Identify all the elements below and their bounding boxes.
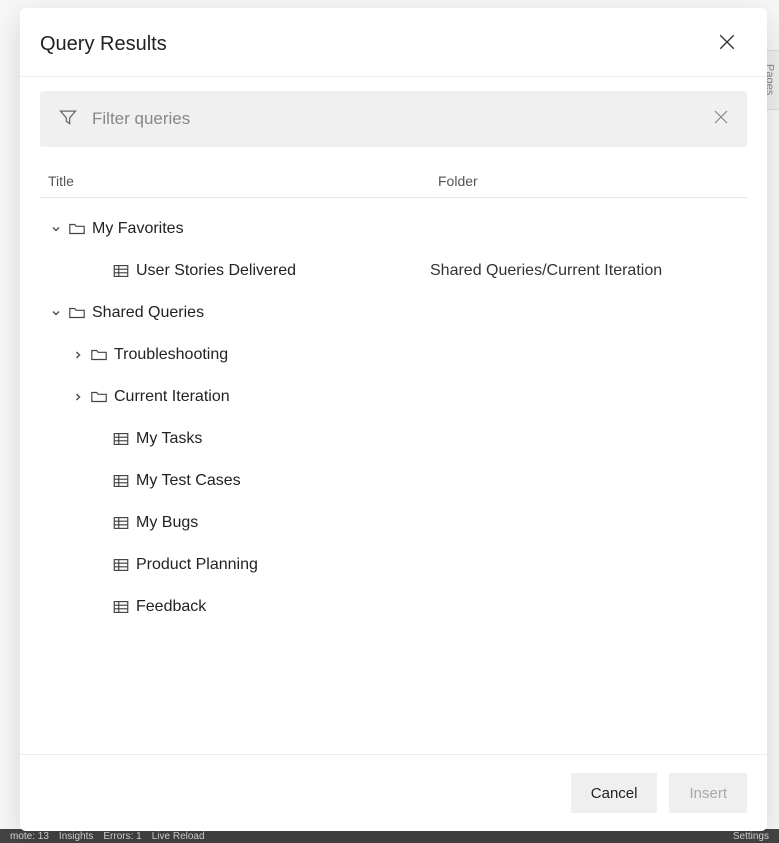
close-icon — [718, 33, 736, 56]
insert-button[interactable]: Insert — [669, 773, 747, 813]
tree-query-row[interactable]: Product Planning — [40, 544, 747, 586]
tree-query-row[interactable]: My Test Cases — [40, 460, 747, 502]
tree-cell-title: My Test Cases — [40, 472, 430, 490]
query-icon — [112, 556, 130, 574]
status-settings[interactable]: Settings — [733, 831, 769, 842]
tree-node-label: My Favorites — [92, 220, 184, 238]
close-icon — [713, 109, 729, 130]
tree-node-label: Product Planning — [136, 556, 258, 574]
status-item: mote: 13 — [10, 831, 49, 842]
filter-input[interactable] — [92, 109, 699, 129]
tree-node-label: My Bugs — [136, 514, 198, 532]
query-results-dialog: Query Results Title Folder My Favorites U… — [20, 8, 767, 831]
query-icon — [112, 514, 130, 532]
folder-icon — [90, 346, 108, 364]
status-item: Insights — [59, 831, 93, 842]
tree-cell-title: Troubleshooting — [40, 346, 430, 364]
tree-query-row[interactable]: Feedback — [40, 586, 747, 628]
tree-folder-row[interactable]: My Favorites — [40, 208, 747, 250]
tree-query-row[interactable]: My Bugs — [40, 502, 747, 544]
tree-folder-row[interactable]: Troubleshooting — [40, 334, 747, 376]
status-item: Live Reload — [152, 831, 205, 842]
query-icon — [112, 262, 130, 280]
status-item: Errors: 1 — [103, 831, 141, 842]
tree-folder-row[interactable]: Shared Queries — [40, 292, 747, 334]
tree-cell-title: Current Iteration — [40, 388, 430, 406]
dialog-title: Query Results — [40, 33, 167, 56]
search-box[interactable] — [40, 91, 747, 147]
tree-cell-folder: Shared Queries/Current Iteration — [430, 262, 747, 280]
chevron-down-icon[interactable] — [48, 224, 64, 234]
chevron-right-icon[interactable] — [70, 392, 86, 402]
dialog-header: Query Results — [20, 8, 767, 76]
tree-node-label: Current Iteration — [114, 388, 230, 406]
tree-node-label: My Test Cases — [136, 472, 241, 490]
dialog-footer: Cancel Insert — [20, 754, 767, 831]
tree-cell-title: My Bugs — [40, 514, 430, 532]
tree-node-label: Feedback — [136, 598, 206, 616]
tree-cell-title: Shared Queries — [40, 304, 430, 322]
tree-node-label: User Stories Delivered — [136, 262, 296, 280]
cancel-button[interactable]: Cancel — [571, 773, 658, 813]
column-header-title[interactable]: Title — [48, 173, 438, 189]
tree-node-label: My Tasks — [136, 430, 202, 448]
clear-search-button[interactable] — [713, 109, 729, 130]
query-tree: My Favorites User Stories Delivered Shared… — [40, 208, 747, 628]
close-button[interactable] — [715, 32, 739, 56]
column-header-folder[interactable]: Folder — [438, 173, 739, 189]
folder-icon — [68, 304, 86, 322]
query-icon — [112, 430, 130, 448]
table-header: Title Folder — [40, 165, 747, 198]
tree-cell-title: My Favorites — [40, 220, 430, 238]
status-bar: mote: 13 Insights Errors: 1 Live Reload … — [0, 829, 779, 843]
folder-icon — [90, 388, 108, 406]
tree-node-label: Troubleshooting — [114, 346, 228, 364]
dialog-body: Title Folder My Favorites User Stories De… — [20, 76, 767, 754]
tree-query-row[interactable]: My Tasks — [40, 418, 747, 460]
query-icon — [112, 472, 130, 490]
folder-icon — [68, 220, 86, 238]
tree-folder-row[interactable]: Current Iteration — [40, 376, 747, 418]
tree-cell-title: Feedback — [40, 598, 430, 616]
chevron-right-icon[interactable] — [70, 350, 86, 360]
tree-node-label: Shared Queries — [92, 304, 204, 322]
chevron-down-icon[interactable] — [48, 308, 64, 318]
tree-cell-title: My Tasks — [40, 430, 430, 448]
tree-cell-title: User Stories Delivered — [40, 262, 430, 280]
query-icon — [112, 598, 130, 616]
tree-query-row[interactable]: User Stories Delivered Shared Queries/Cur… — [40, 250, 747, 292]
tree-cell-title: Product Planning — [40, 556, 430, 574]
filter-icon — [58, 107, 78, 132]
